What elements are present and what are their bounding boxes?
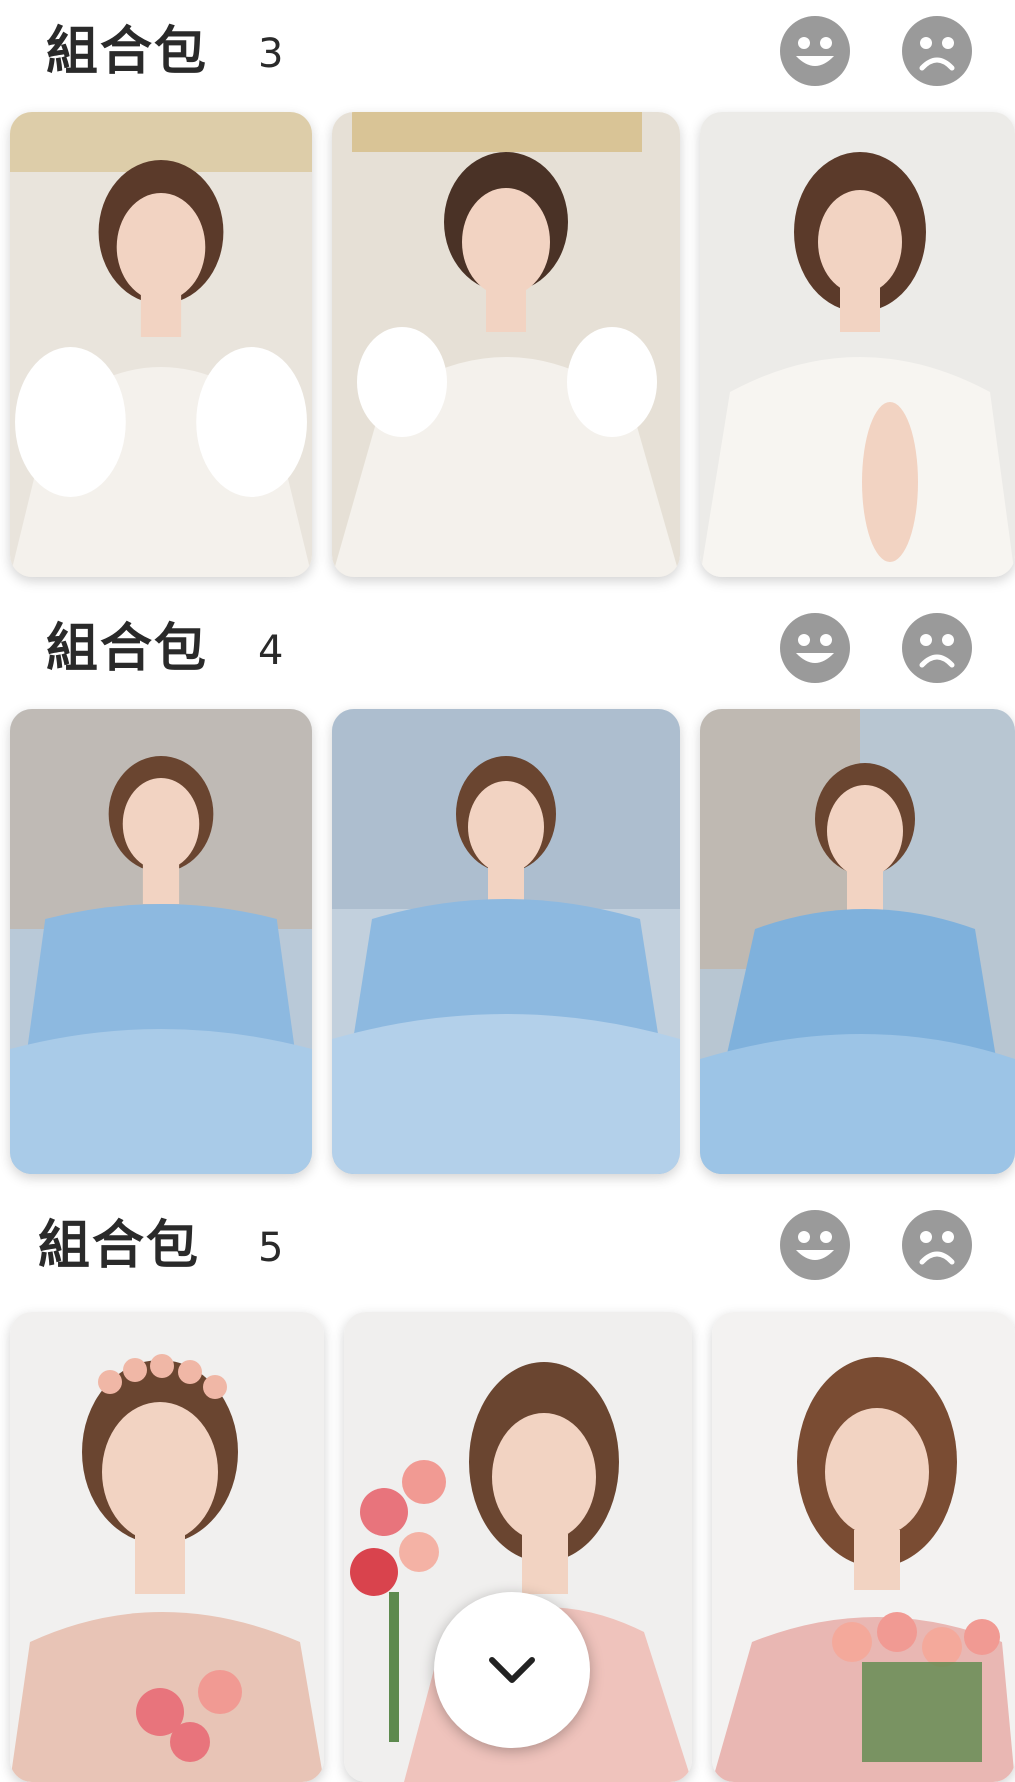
portrait-photo[interactable]: [700, 709, 1015, 1174]
pack-number: 3: [258, 31, 284, 77]
pack-title: 組合包: [46, 619, 209, 679]
portrait-photo[interactable]: [332, 112, 680, 577]
portrait-photo[interactable]: [10, 1312, 324, 1782]
like-button[interactable]: [780, 16, 850, 86]
pack-header: 組合包 5: [0, 1194, 1015, 1304]
photo-image: [332, 709, 680, 1174]
portrait-photo[interactable]: [700, 112, 1015, 577]
chevron-down-icon: [489, 1657, 535, 1683]
photo-image: [712, 1312, 1015, 1782]
like-button[interactable]: [780, 613, 850, 683]
pack-title: 組合包: [38, 1216, 201, 1276]
pack-number: 4: [258, 628, 284, 674]
photo-image: [10, 1312, 324, 1782]
frowning-face-icon: [919, 634, 955, 668]
portrait-photo[interactable]: [712, 1312, 1015, 1782]
pack-images-row: [0, 707, 1015, 1177]
pack-number: 5: [258, 1225, 284, 1271]
pack-section-4: 組合包 4: [0, 597, 1015, 1177]
dislike-button[interactable]: [902, 16, 972, 86]
pack-images-row: [0, 110, 1015, 580]
smiley-face-icon: [796, 634, 834, 663]
pack-header: 組合包 4: [0, 597, 1015, 707]
dislike-button[interactable]: [902, 613, 972, 683]
photo-image: [10, 112, 312, 577]
portrait-photo[interactable]: [10, 709, 312, 1174]
frowning-face-icon: [919, 1231, 955, 1265]
pack-section-3: 組合包 3: [0, 0, 1015, 580]
dislike-button[interactable]: [902, 1210, 972, 1280]
photo-image: [332, 112, 680, 577]
like-button[interactable]: [780, 1210, 850, 1280]
photo-image: [700, 709, 1015, 1174]
photo-image: [10, 709, 312, 1174]
photo-image: [700, 112, 1015, 577]
smiley-face-icon: [796, 37, 834, 66]
scroll-down-button[interactable]: [434, 1592, 590, 1748]
pack-header: 組合包 3: [0, 0, 1015, 110]
pack-title: 組合包: [46, 22, 209, 82]
frowning-face-icon: [919, 37, 955, 71]
portrait-photo[interactable]: [332, 709, 680, 1174]
smiley-face-icon: [796, 1231, 834, 1260]
portrait-photo[interactable]: [10, 112, 312, 577]
